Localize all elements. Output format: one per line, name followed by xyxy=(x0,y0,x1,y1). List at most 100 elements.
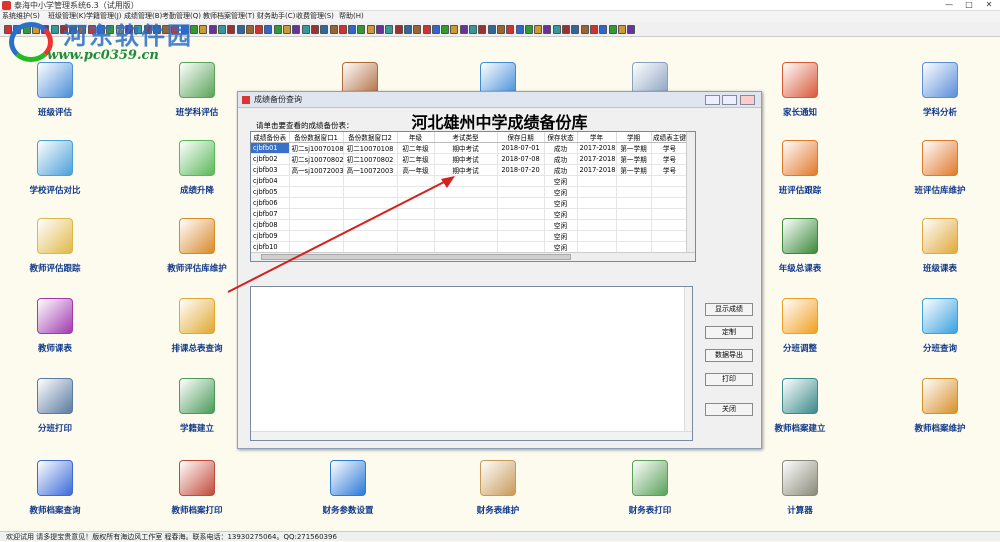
table-cell[interactable]: 第一学期 xyxy=(616,142,652,154)
toolbar-button-icon[interactable] xyxy=(236,25,245,34)
menu-score[interactable]: 成绩管理(B) xyxy=(124,11,162,22)
column-header[interactable]: 考试类型 xyxy=(434,132,498,143)
table-cell[interactable]: 成功 xyxy=(544,142,578,154)
toolbar-button-icon[interactable] xyxy=(162,25,171,34)
table-cell[interactable] xyxy=(289,241,344,253)
toolbar-button-icon[interactable] xyxy=(273,25,282,34)
table-cell[interactable]: 空闲 xyxy=(544,219,578,231)
tile-24[interactable]: 教师档案打印 xyxy=(137,460,257,540)
tile-23[interactable]: 教师档案查询 xyxy=(0,460,115,540)
toolbar-button-icon[interactable] xyxy=(124,25,133,34)
toolbar-button-icon[interactable] xyxy=(264,25,273,34)
toolbar-button-icon[interactable] xyxy=(292,25,301,34)
table-cell[interactable] xyxy=(651,219,689,231)
maximize-button[interactable]: □ xyxy=(960,0,978,10)
toolbar-button-icon[interactable] xyxy=(571,25,580,34)
table-cell[interactable] xyxy=(343,208,398,220)
backup-table[interactable]: 成绩备份表 备份数据窗口1 备份数据窗口2 年级 考试类型 保存日期 保存状态 学年 学期 成绩表… xyxy=(250,131,696,262)
table-cell[interactable] xyxy=(616,197,652,209)
table-cell[interactable] xyxy=(343,230,398,242)
toolbar-button-icon[interactable] xyxy=(245,25,254,34)
show-scores-button[interactable]: 显示成绩 xyxy=(705,303,753,316)
tile-11[interactable]: 教师评估跟踪 xyxy=(0,218,115,298)
toolbar-button-icon[interactable] xyxy=(134,25,143,34)
table-cell[interactable] xyxy=(616,208,652,220)
table-row[interactable]: cjbfb04 空闲 xyxy=(251,175,689,187)
toolbar-button-icon[interactable] xyxy=(469,25,477,34)
table-cell[interactable]: 2017-2018 xyxy=(577,153,617,165)
menu-system[interactable]: 系统维护(S) xyxy=(2,11,40,22)
table-cell[interactable]: 高一年级 xyxy=(397,164,435,176)
table-cell[interactable]: 空闲 xyxy=(544,186,578,198)
tile-26[interactable]: 财务表维护 xyxy=(438,460,558,540)
table-cell[interactable]: 学号 xyxy=(651,153,689,165)
table-cell[interactable]: 初二sj10070108 xyxy=(289,142,344,154)
table-cell[interactable] xyxy=(651,175,689,187)
table-cell[interactable] xyxy=(397,241,435,253)
table-cell[interactable] xyxy=(497,241,545,253)
table-cell[interactable] xyxy=(343,175,398,187)
table-cell[interactable] xyxy=(616,186,652,198)
menu-teacher[interactable]: 教师档案管理(T) xyxy=(203,11,255,22)
toolbar-button-icon[interactable] xyxy=(13,25,22,34)
table-cell[interactable]: cjbfb06 xyxy=(251,197,290,209)
table-cell[interactable] xyxy=(651,230,689,242)
column-header[interactable]: 成绩备份表 xyxy=(251,132,290,143)
toolbar-button-icon[interactable] xyxy=(329,25,338,34)
table-cell[interactable] xyxy=(397,219,435,231)
tile-14[interactable]: 班级课表 xyxy=(880,218,1000,298)
table-cell[interactable]: 第一学期 xyxy=(616,164,652,176)
toolbar-button-icon[interactable] xyxy=(413,25,422,34)
toolbar-button-icon[interactable] xyxy=(78,25,87,34)
toolbar-button-icon[interactable] xyxy=(376,25,384,34)
toolbar-button-icon[interactable] xyxy=(199,25,208,34)
toolbar-button-icon[interactable] xyxy=(580,25,589,34)
tile-27[interactable]: 财务表打印 xyxy=(590,460,710,540)
toolbar-button-icon[interactable] xyxy=(478,25,487,34)
table-cell[interactable] xyxy=(497,230,545,242)
table-cell[interactable]: 初二10070802 xyxy=(343,153,398,165)
toolbar-button-icon[interactable] xyxy=(4,25,12,34)
tile-22[interactable]: 教师档案维护 xyxy=(880,378,1000,458)
table-cell[interactable]: 高一sj10072003 xyxy=(289,164,344,176)
table-cell[interactable] xyxy=(577,197,617,209)
table-cell[interactable]: 空闲 xyxy=(544,208,578,220)
toolbar-button-icon[interactable] xyxy=(459,25,468,34)
toolbar-button-icon[interactable] xyxy=(608,25,617,34)
table-cell[interactable] xyxy=(616,219,652,231)
toolbar-button-icon[interactable] xyxy=(31,25,40,34)
toolbar-button-icon[interactable] xyxy=(87,25,96,34)
toolbar-button-icon[interactable] xyxy=(180,25,189,34)
table-row[interactable]: cjbfb05 空闲 xyxy=(251,186,689,198)
toolbar-button-icon[interactable] xyxy=(190,25,198,34)
table-cell[interactable]: cjbfb05 xyxy=(251,186,290,198)
table-cell[interactable]: cjbfb10 xyxy=(251,241,290,253)
table-cell[interactable] xyxy=(577,219,617,231)
table-cell[interactable] xyxy=(343,186,398,198)
toolbar-button-icon[interactable] xyxy=(627,25,636,34)
toolbar-button-icon[interactable] xyxy=(255,25,264,34)
table-cell[interactable] xyxy=(289,219,344,231)
table-cell[interactable]: 初二年级 xyxy=(397,142,435,154)
table-cell[interactable] xyxy=(289,197,344,209)
table-cell[interactable]: 空闲 xyxy=(544,230,578,242)
toolbar-button-icon[interactable] xyxy=(301,25,310,34)
menu-fees[interactable]: 收费管理(S) xyxy=(296,11,334,22)
close-button[interactable]: ✕ xyxy=(980,0,998,10)
table-cell[interactable] xyxy=(497,175,545,187)
table-cell[interactable]: 空闲 xyxy=(544,197,578,209)
table-cell[interactable]: cjbfb03 xyxy=(251,164,290,176)
table-cell[interactable]: 空闲 xyxy=(544,241,578,253)
table-row[interactable]: cjbfb09 空闲 xyxy=(251,230,689,242)
minimize-button[interactable]: — xyxy=(940,0,958,10)
close-dialog-button[interactable]: 关闭 xyxy=(705,403,753,416)
toolbar-button-icon[interactable] xyxy=(496,25,505,34)
table-cell[interactable] xyxy=(289,230,344,242)
toolbar-button-icon[interactable] xyxy=(348,25,357,34)
table-cell[interactable] xyxy=(434,175,498,187)
table-cell[interactable]: 第一学期 xyxy=(616,153,652,165)
table-cell[interactable] xyxy=(289,175,344,187)
table-cell[interactable] xyxy=(343,241,398,253)
table-cell[interactable] xyxy=(434,186,498,198)
toolbar-button-icon[interactable] xyxy=(543,25,552,34)
